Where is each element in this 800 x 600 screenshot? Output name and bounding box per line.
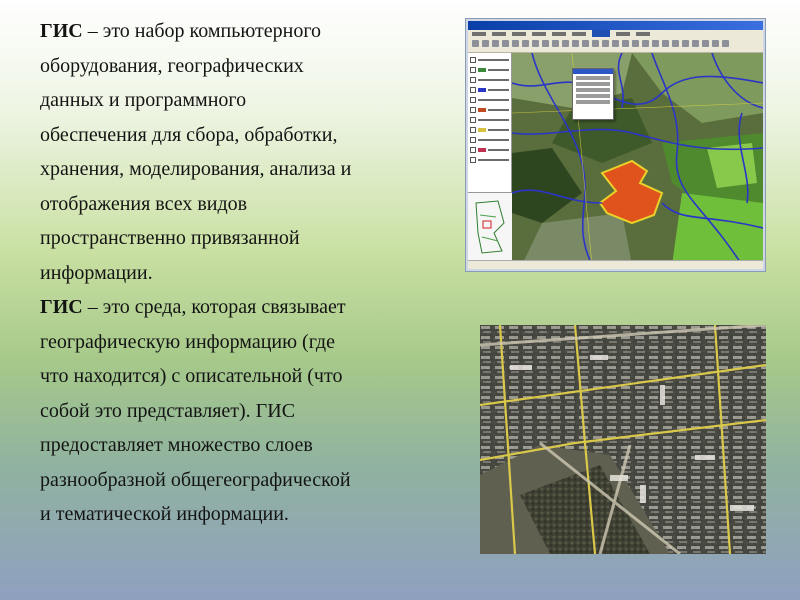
text-line: – это среда, которая связывает — [82, 296, 346, 318]
definition-paragraph-1: ГИС – это набор компьютерного оборудован… — [40, 14, 465, 290]
layers-panel — [468, 53, 512, 261]
text-line: оборудования, географических — [40, 54, 304, 77]
window-titlebar — [468, 21, 763, 30]
text-line: пространственно привязанной — [40, 227, 300, 249]
term-gis-1: ГИС — [40, 20, 83, 42]
menu-bar — [468, 30, 763, 38]
map-canvas — [511, 52, 763, 266]
toolbar — [468, 38, 763, 53]
definition-paragraph-2: ГИС – это среда, которая связывает геогр… — [40, 290, 465, 532]
overview-map — [468, 192, 512, 261]
text-line: данных и программного — [40, 89, 247, 111]
satellite-city-photo — [480, 325, 766, 554]
text-line: отображения всех видов — [40, 192, 248, 215]
text-line: обеспечения для сбора, обработки, — [40, 123, 338, 146]
slide-text: ГИС – это набор компьютерного оборудован… — [40, 14, 465, 532]
gis-software-screenshot — [466, 19, 765, 271]
open-menu-dropdown — [572, 68, 614, 120]
text-line: географическую информацию (где — [40, 330, 335, 353]
text-line: что находится) с описательной (что — [40, 365, 343, 387]
text-line: и тематической информации. — [40, 503, 289, 525]
term-gis-2: ГИС — [40, 296, 83, 318]
text-line: собой это представляет). ГИС — [40, 399, 296, 422]
text-line: информации. — [40, 261, 153, 284]
status-bar — [468, 260, 763, 269]
text-line: предоставляет множество слоев — [40, 434, 313, 456]
text-line: – это набор компьютерного — [82, 20, 322, 42]
text-line: хранения, моделирования, анализа и — [40, 158, 352, 180]
text-line: разнообразной общегеографической — [40, 468, 351, 491]
